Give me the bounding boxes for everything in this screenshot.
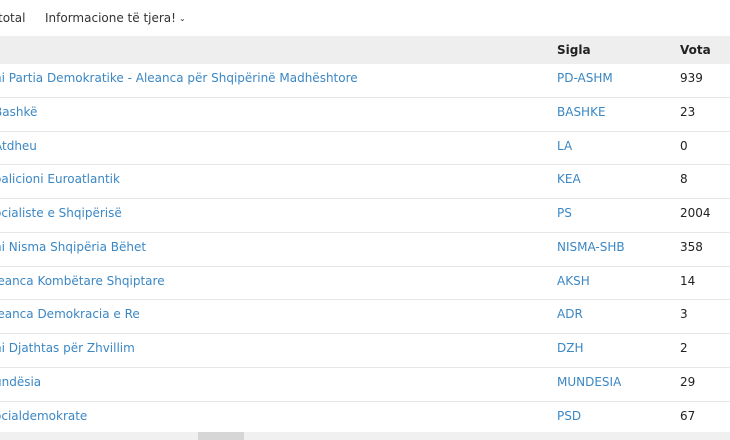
tab-bar: total Informacione të tjera! ⌄ xyxy=(0,0,730,36)
party-name-link[interactable]: undësia xyxy=(0,375,41,389)
vote-count: 29 xyxy=(680,374,696,389)
party-acronym-link[interactable]: MUNDESIA xyxy=(557,375,621,389)
vote-count: 3 xyxy=(680,307,688,322)
table-row: ocialdemokrate PSD 67 xyxy=(0,402,730,436)
table-row: undësia MUNDESIA 29 xyxy=(0,368,730,402)
party-name-link[interactable]: ocialdemokrate xyxy=(0,409,87,423)
party-name-link[interactable]: leanca Kombëtare Shqiptare xyxy=(0,274,165,288)
table-row: ni Partia Demokratike - Aleanca për Shqi… xyxy=(0,64,730,98)
vote-count: 0 xyxy=(680,138,688,153)
vote-count: 2 xyxy=(680,341,688,355)
party-name-link[interactable]: ni Djathtas për Zhvillim xyxy=(0,341,135,355)
party-acronym-link[interactable]: PS xyxy=(557,206,572,220)
table-row: ni Djathtas për Zhvillim DZH 2 xyxy=(0,334,730,368)
party-acronym-link[interactable]: KEA xyxy=(557,172,581,186)
column-header-vota[interactable]: Vota xyxy=(680,43,711,57)
vote-count: 67 xyxy=(680,408,696,423)
party-name-link[interactable]: ni Partia Demokratike - Aleanca për Shqi… xyxy=(0,71,358,85)
party-acronym-link[interactable]: ADR xyxy=(557,307,583,321)
vote-count: 358 xyxy=(680,239,703,254)
party-name-link[interactable]: ocialiste e Shqipërisë xyxy=(0,206,122,220)
vote-count: 2004 xyxy=(680,206,711,220)
vote-count: 939 xyxy=(680,71,703,85)
party-acronym-link[interactable]: NISMA-SHB xyxy=(557,240,625,254)
party-name-link[interactable]: leanca Demokracia e Re xyxy=(0,307,140,321)
chevron-down-icon: ⌄ xyxy=(178,14,186,23)
tab-more-info[interactable]: Informacione të tjera! ⌄ xyxy=(45,11,186,25)
table-row: ni Nisma Shqipëria Bëhet NISMA-SHB 358 xyxy=(0,233,730,267)
table-row: ocialiste e Shqipërisë PS 2004 xyxy=(0,199,730,233)
party-acronym-link[interactable]: LA xyxy=(557,139,572,153)
table-row: leanca Kombëtare Shqiptare AKSH 14 xyxy=(0,267,730,301)
vote-count: 8 xyxy=(680,172,688,187)
tab-total[interactable]: total xyxy=(0,11,25,25)
table-header: Sigla Vota xyxy=(0,36,730,64)
party-name-link[interactable]: Bashkë xyxy=(0,105,37,119)
column-header-sigla[interactable]: Sigla xyxy=(557,43,591,57)
party-acronym-link[interactable]: AKSH xyxy=(557,274,590,288)
party-acronym-link[interactable]: DZH xyxy=(557,341,583,355)
vote-count: 23 xyxy=(680,104,696,119)
horizontal-scrollbar[interactable] xyxy=(0,432,730,440)
vote-count: 14 xyxy=(680,273,696,288)
results-table-body: ni Partia Demokratike - Aleanca për Shqi… xyxy=(0,64,730,436)
table-row: Atdheu LA 0 xyxy=(0,132,730,166)
scrollbar-thumb[interactable] xyxy=(198,432,244,440)
party-name-link[interactable]: oalicioni Euroatlantik xyxy=(0,172,120,186)
table-row: Bashkë BASHKE 23 xyxy=(0,98,730,132)
party-acronym-link[interactable]: PSD xyxy=(557,409,581,423)
table-row: oalicioni Euroatlantik KEA 8 xyxy=(0,165,730,199)
party-acronym-link[interactable]: PD-ASHM xyxy=(557,71,613,85)
table-row: leanca Demokracia e Re ADR 3 xyxy=(0,300,730,334)
tab-more-info-label: Informacione të tjera! xyxy=(45,11,176,25)
party-name-link[interactable]: Atdheu xyxy=(0,139,37,153)
party-name-link[interactable]: ni Nisma Shqipëria Bëhet xyxy=(0,240,146,254)
party-acronym-link[interactable]: BASHKE xyxy=(557,105,606,119)
